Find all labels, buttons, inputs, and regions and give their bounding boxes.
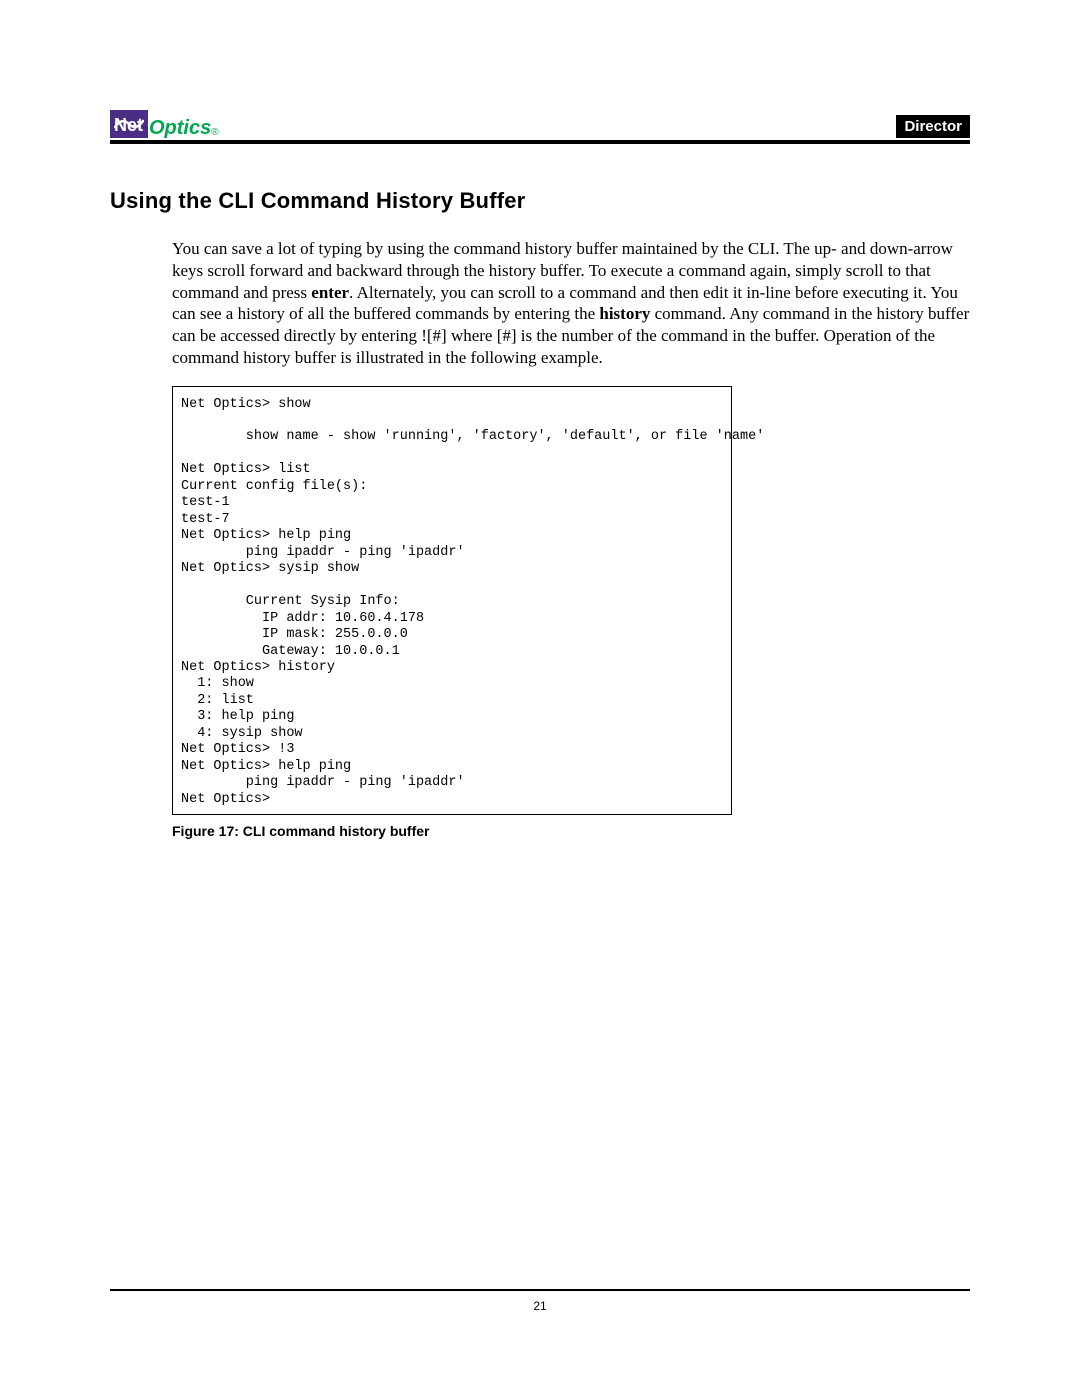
page-footer: 21 (110, 1289, 970, 1313)
logo-net-text: Net (114, 116, 143, 134)
page-number: 21 (533, 1299, 546, 1313)
logo-mark-box: Net (110, 110, 149, 138)
body-paragraph: You can save a lot of typing by using th… (172, 238, 970, 369)
section-title: Using the CLI Command History Buffer (110, 188, 970, 214)
page-header: Net Optics ® Director (110, 110, 970, 144)
para-bold-enter: enter (311, 283, 349, 302)
logo: Net Optics ® (110, 110, 219, 138)
cli-output: Net Optics> show show name - show 'runni… (181, 397, 723, 809)
cli-output-box: Net Optics> show show name - show 'runni… (172, 386, 732, 816)
director-badge: Director (896, 115, 970, 138)
figure-caption: Figure 17: CLI command history buffer (172, 823, 970, 839)
para-bold-history: history (599, 304, 650, 323)
logo-registered-mark: ® (211, 128, 218, 138)
page: Net Optics ® Director Using the CLI Comm… (0, 0, 1080, 1397)
logo-optics-text: Optics (149, 118, 211, 138)
